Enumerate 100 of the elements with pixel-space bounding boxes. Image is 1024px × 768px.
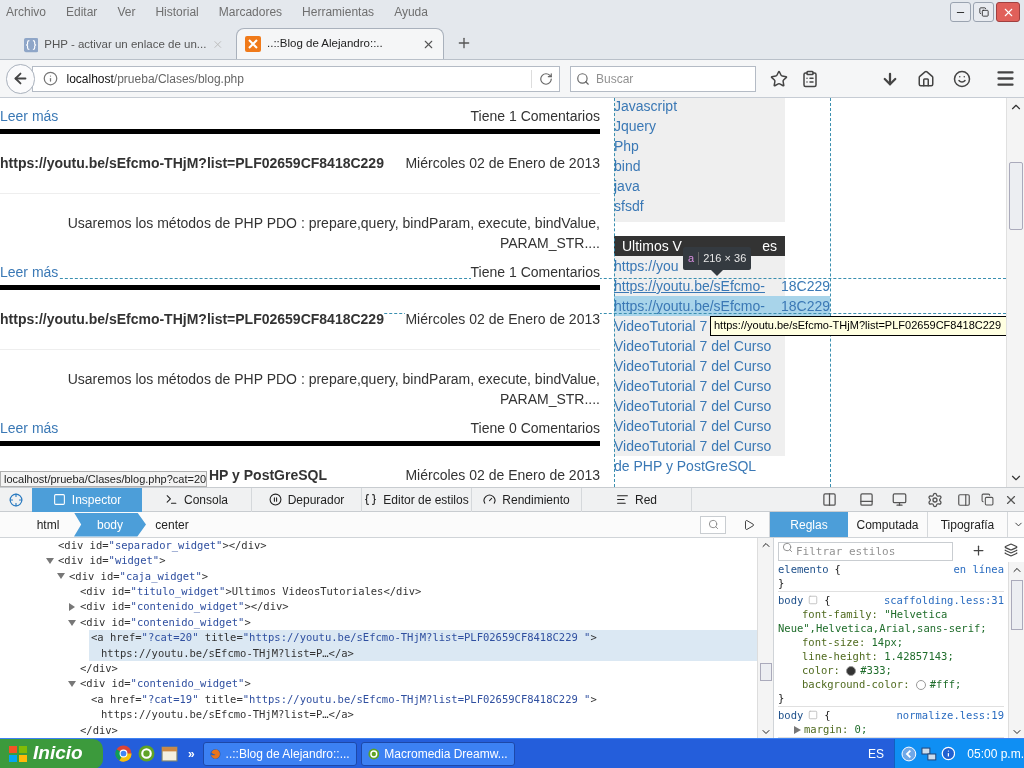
sidebar-tab[interactable]: Tipografía [928, 512, 1008, 537]
video-link[interactable]: VideoTutorial 7 del Curso [614, 396, 772, 416]
menu-icon[interactable] [995, 68, 1016, 89]
menu-item[interactable]: Editar [66, 3, 98, 21]
markup-line[interactable]: </div> [78, 722, 118, 738]
sidebar-tab[interactable]: Computada [848, 512, 928, 537]
browser-tab[interactable]: PHP - activar un enlace de un... [18, 30, 230, 59]
markup-line[interactable]: <div id="caja_widget"> [67, 568, 757, 585]
devtools-tab[interactable]: Red [582, 487, 692, 512]
pseudo-class-icon[interactable] [1004, 543, 1018, 557]
add-rule-icon[interactable] [971, 542, 986, 558]
markup-line[interactable]: <div id="widget"> [56, 553, 757, 569]
menu-item[interactable]: Marcadores [218, 3, 283, 21]
url-field[interactable]: localhost/prueba/Clases/blog.php [32, 65, 560, 92]
search-field[interactable]: Buscar [570, 65, 756, 92]
breadcrumb[interactable]: center [146, 512, 198, 537]
markup-line[interactable]: <div id="contenido_widget"></div> [78, 599, 757, 616]
search-button[interactable] [700, 515, 726, 534]
browser-tab[interactable]: ..::Blog de Alejandro::.. [236, 28, 444, 59]
video-link[interactable]: de PHP y PostGreSQL [614, 456, 757, 476]
markup-line[interactable]: <div id="contenido_widget"> [78, 614, 757, 631]
video-link[interactable]: VideoTutorial 7 del Curso [614, 336, 772, 356]
video-link[interactable]: https://youtu.be/sEfcmo- 18C229 [614, 296, 830, 316]
scrollbar[interactable] [1006, 98, 1024, 487]
video-link[interactable]: https://you [614, 256, 679, 276]
markup-scrollbar[interactable] [757, 538, 773, 738]
devtools-tab[interactable]: Depurador [252, 487, 362, 512]
toggle-sidebar-icon[interactable] [743, 518, 755, 531]
video-link[interactable]: VideoTutorial 7 del Curso [614, 416, 772, 436]
menu-item[interactable]: Ver [117, 3, 136, 21]
picker-icon[interactable] [9, 492, 23, 507]
expand-arrow-icon[interactable] [57, 572, 65, 581]
expand-arrow-icon[interactable] [794, 726, 801, 734]
source-link[interactable]: scaffolding.less:31 [883, 593, 1004, 607]
scroll-thumb[interactable] [1010, 580, 1023, 630]
source-link[interactable]: normalize.less:19 [896, 708, 1004, 722]
markup-line[interactable]: <a href="?cat=19" title="https://youtu.be/sEfcmo-THjM?list=PLF02659CF8418C229 "> [89, 691, 757, 708]
expand-arrow-icon[interactable] [46, 557, 54, 566]
network-icon[interactable] [920, 745, 937, 762]
devtools-tab[interactable]: Inspector [32, 487, 142, 512]
video-link[interactable]: VideoTutorial 7 [614, 316, 708, 336]
close-button[interactable] [996, 2, 1020, 22]
clock[interactable]: 05:00 p.m. [967, 744, 1024, 763]
devtools-tab[interactable]: Editor de estilos [362, 487, 472, 512]
taskbar-button[interactable]: ..::Blog de Alejandro::... [202, 741, 357, 766]
back-button[interactable] [6, 63, 36, 94]
menu-item[interactable]: Herramientas [302, 3, 375, 21]
video-link[interactable]: https://youtu.be/sEfcmo- 18C229 [614, 276, 830, 296]
category-link[interactable]: sfsdf [614, 198, 644, 214]
dock-side-icon[interactable] [957, 492, 971, 507]
devtools-tab[interactable]: Consola [142, 487, 252, 512]
markup-line[interactable]: <div id="titulo_widget">Ultimos VideosTutoriales</div> [78, 584, 757, 600]
markup-line[interactable]: <div id="contenido_widget"> [78, 676, 757, 693]
category-link[interactable]: Jquery [614, 118, 657, 134]
color-swatch[interactable] [915, 680, 926, 690]
breadcrumb[interactable]: body [74, 512, 146, 537]
settings-icon[interactable] [927, 491, 943, 508]
expand-arrow-icon[interactable] [68, 618, 76, 627]
chevron-circle-icon[interactable] [901, 745, 917, 762]
category-link[interactable]: Php [614, 138, 639, 154]
sidebar-tab[interactable]: Reglas [770, 512, 848, 537]
reload-icon[interactable] [539, 71, 553, 86]
checkbox-icon[interactable] [808, 710, 819, 720]
menu-item[interactable]: Archivo [6, 3, 46, 21]
restore-button[interactable] [973, 2, 994, 22]
video-link[interactable]: VideoTutorial 7 del Curso [614, 356, 772, 376]
category-link[interactable]: java [614, 178, 640, 194]
color-swatch[interactable] [846, 666, 857, 676]
separate-window-icon[interactable] [981, 493, 994, 506]
more-icons-chevron[interactable]: » [188, 744, 195, 763]
scroll-thumb[interactable] [1008, 162, 1023, 230]
calendar-icon[interactable] [161, 745, 178, 762]
scroll-thumb[interactable] [759, 663, 772, 681]
rules-scrollbar[interactable] [1008, 562, 1024, 738]
editor-app-icon[interactable] [138, 745, 155, 762]
markup-line[interactable]: https://youtu.be/sEfcmo-THjM?list=P…</a> [89, 707, 757, 723]
console-panel-icon[interactable] [859, 492, 874, 507]
language-indicator[interactable]: ES [868, 744, 884, 763]
expand-arrow-icon[interactable] [68, 603, 76, 612]
clipboard-icon[interactable] [801, 69, 819, 88]
start-button[interactable]: Inicio [0, 738, 103, 768]
smiley-icon[interactable] [953, 69, 971, 88]
checkbox-icon[interactable] [808, 595, 819, 605]
video-link[interactable]: VideoTutorial 7 del Curso [614, 376, 772, 396]
menu-item[interactable]: Historial [155, 3, 199, 21]
filter-field[interactable]: Filtrar estilos [778, 542, 953, 561]
devtools-tab[interactable]: Rendimiento [472, 487, 582, 512]
new-tab-icon[interactable] [456, 35, 472, 51]
source-link[interactable]: en línea [953, 562, 1004, 576]
home-icon[interactable] [917, 69, 935, 88]
taskbar-button[interactable]: Macromedia Dreamw... [360, 741, 515, 766]
expand-arrow-icon[interactable] [68, 680, 76, 689]
markup-line[interactable]: </div> [78, 660, 118, 677]
video-link[interactable]: VideoTutorial 7 del Curso [614, 436, 772, 456]
chrome-style-icon[interactable] [115, 745, 132, 762]
info-icon[interactable] [43, 71, 59, 86]
category-link[interactable]: Javascript [614, 98, 678, 114]
markup-line[interactable]: <div id="separador_widget"></div> [56, 538, 757, 554]
breadcrumb[interactable]: html [22, 512, 74, 537]
responsive-icon[interactable] [892, 492, 907, 507]
